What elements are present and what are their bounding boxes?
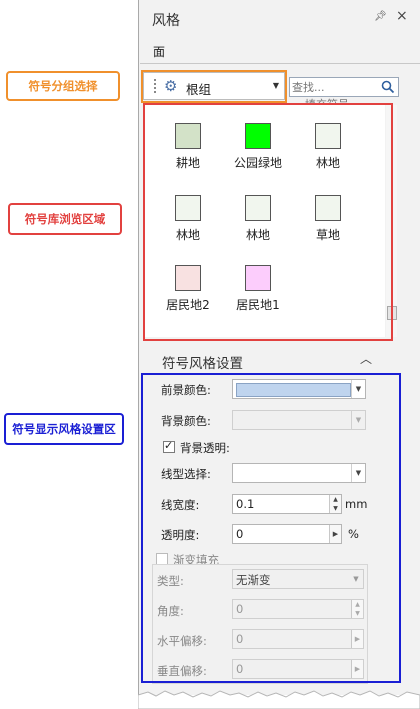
library-browse-highlight	[143, 103, 393, 341]
tab-divider	[140, 63, 420, 64]
group-select-callout: 符号分组选择	[6, 71, 120, 101]
tab-fill[interactable]: 面	[153, 43, 165, 60]
torn-edge	[138, 690, 420, 709]
search-icon[interactable]	[381, 80, 395, 94]
panel-title: 风格	[152, 13, 180, 29]
close-icon[interactable]: ×	[396, 8, 408, 24]
group-select-highlight	[141, 70, 287, 103]
search-box[interactable]	[289, 77, 399, 97]
library-browse-callout: 符号库浏览区域	[8, 203, 122, 235]
collapse-caret-icon[interactable]: ︿	[360, 350, 372, 367]
style-settings-callout: 符号显示风格设置区	[4, 413, 124, 445]
pin-icon[interactable]: 📌︎	[374, 11, 387, 22]
style-settings-highlight	[141, 373, 401, 683]
search-input[interactable]	[292, 79, 376, 95]
settings-section-title: 符号风格设置	[162, 356, 243, 372]
